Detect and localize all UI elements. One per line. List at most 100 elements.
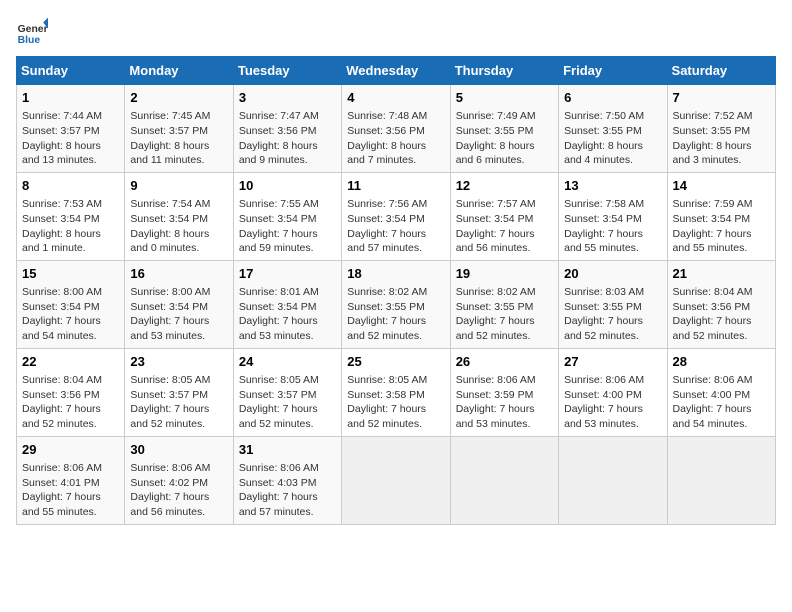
day-number: 1 xyxy=(22,89,119,107)
calendar-week-row: 15 Sunrise: 8:00 AM Sunset: 3:54 PM Dayli… xyxy=(17,260,776,348)
day-info: Sunrise: 8:06 AM Sunset: 4:00 PM Dayligh… xyxy=(564,373,661,432)
day-info: Sunrise: 8:04 AM Sunset: 3:56 PM Dayligh… xyxy=(22,373,119,432)
calendar-header-row: SundayMondayTuesdayWednesdayThursdayFrid… xyxy=(17,57,776,85)
day-number: 26 xyxy=(456,353,553,371)
day-number: 16 xyxy=(130,265,227,283)
day-number: 2 xyxy=(130,89,227,107)
calendar-cell: 23 Sunrise: 8:05 AM Sunset: 3:57 PM Dayli… xyxy=(125,348,233,436)
day-info: Sunrise: 8:02 AM Sunset: 3:55 PM Dayligh… xyxy=(347,285,444,344)
day-number: 6 xyxy=(564,89,661,107)
day-info: Sunrise: 8:03 AM Sunset: 3:55 PM Dayligh… xyxy=(564,285,661,344)
day-number: 7 xyxy=(673,89,770,107)
calendar-cell: 3Sunrise: 7:47 AM Sunset: 3:56 PM Daylig… xyxy=(233,85,341,173)
day-number: 12 xyxy=(456,177,553,195)
day-info: Sunrise: 7:58 AM Sunset: 3:54 PM Dayligh… xyxy=(564,197,661,256)
day-info: Sunrise: 7:52 AM Sunset: 3:55 PM Dayligh… xyxy=(673,109,770,168)
calendar-cell: 28 Sunrise: 8:06 AM Sunset: 4:00 PM Dayli… xyxy=(667,348,775,436)
calendar-cell: 4 Sunrise: 7:48 AM Sunset: 3:56 PM Daylig… xyxy=(342,85,450,173)
calendar-week-row: 8 Sunrise: 7:53 AM Sunset: 3:54 PM Daylig… xyxy=(17,172,776,260)
day-info: Sunrise: 7:48 AM Sunset: 3:56 PM Dayligh… xyxy=(347,109,444,168)
logo: General Blue xyxy=(16,16,48,48)
calendar-cell: 27 Sunrise: 8:06 AM Sunset: 4:00 PM Dayli… xyxy=(559,348,667,436)
day-number: 17 xyxy=(239,265,336,283)
day-info: Sunrise: 8:06 AM Sunset: 4:00 PM Dayligh… xyxy=(673,373,770,432)
calendar-cell xyxy=(450,436,558,524)
day-info: Sunrise: 7:57 AM Sunset: 3:54 PM Dayligh… xyxy=(456,197,553,256)
day-number: 5 xyxy=(456,89,553,107)
calendar-cell: 26 Sunrise: 8:06 AM Sunset: 3:59 PM Dayli… xyxy=(450,348,558,436)
column-header-saturday: Saturday xyxy=(667,57,775,85)
calendar-cell: 8 Sunrise: 7:53 AM Sunset: 3:54 PM Daylig… xyxy=(17,172,125,260)
day-number: 4 xyxy=(347,89,444,107)
column-header-monday: Monday xyxy=(125,57,233,85)
day-info: Sunrise: 7:53 AM Sunset: 3:54 PM Dayligh… xyxy=(22,197,119,256)
day-number: 14 xyxy=(673,177,770,195)
calendar-cell: 30 Sunrise: 8:06 AM Sunset: 4:02 PM Dayli… xyxy=(125,436,233,524)
calendar-week-row: 29 Sunrise: 8:06 AM Sunset: 4:01 PM Dayli… xyxy=(17,436,776,524)
calendar-cell: 21Sunrise: 8:04 AM Sunset: 3:56 PM Dayli… xyxy=(667,260,775,348)
day-number: 23 xyxy=(130,353,227,371)
day-info: Sunrise: 8:00 AM Sunset: 3:54 PM Dayligh… xyxy=(130,285,227,344)
day-info: Sunrise: 8:06 AM Sunset: 4:03 PM Dayligh… xyxy=(239,461,336,520)
column-header-thursday: Thursday xyxy=(450,57,558,85)
day-number: 9 xyxy=(130,177,227,195)
calendar-week-row: 1 Sunrise: 7:44 AM Sunset: 3:57 PM Daylig… xyxy=(17,85,776,173)
day-number: 20 xyxy=(564,265,661,283)
calendar-cell: 19Sunrise: 8:02 AM Sunset: 3:55 PM Dayli… xyxy=(450,260,558,348)
day-info: Sunrise: 7:56 AM Sunset: 3:54 PM Dayligh… xyxy=(347,197,444,256)
day-info: Sunrise: 8:06 AM Sunset: 4:02 PM Dayligh… xyxy=(130,461,227,520)
day-number: 18 xyxy=(347,265,444,283)
calendar-cell: 24 Sunrise: 8:05 AM Sunset: 3:57 PM Dayli… xyxy=(233,348,341,436)
calendar-cell: 1 Sunrise: 7:44 AM Sunset: 3:57 PM Daylig… xyxy=(17,85,125,173)
day-info: Sunrise: 8:00 AM Sunset: 3:54 PM Dayligh… xyxy=(22,285,119,344)
day-number: 8 xyxy=(22,177,119,195)
calendar-cell xyxy=(559,436,667,524)
day-number: 3 xyxy=(239,89,336,107)
day-number: 30 xyxy=(130,441,227,459)
calendar-cell: 18 Sunrise: 8:02 AM Sunset: 3:55 PM Dayli… xyxy=(342,260,450,348)
day-number: 22 xyxy=(22,353,119,371)
day-info: Sunrise: 7:44 AM Sunset: 3:57 PM Dayligh… xyxy=(22,109,119,168)
day-info: Sunrise: 8:04 AM Sunset: 3:56 PM Dayligh… xyxy=(673,285,770,344)
calendar-cell: 15 Sunrise: 8:00 AM Sunset: 3:54 PM Dayli… xyxy=(17,260,125,348)
calendar-cell: 14Sunrise: 7:59 AM Sunset: 3:54 PM Dayli… xyxy=(667,172,775,260)
day-number: 28 xyxy=(673,353,770,371)
calendar-cell: 29 Sunrise: 8:06 AM Sunset: 4:01 PM Dayli… xyxy=(17,436,125,524)
calendar-week-row: 22 Sunrise: 8:04 AM Sunset: 3:56 PM Dayli… xyxy=(17,348,776,436)
calendar-cell: 17Sunrise: 8:01 AM Sunset: 3:54 PM Dayli… xyxy=(233,260,341,348)
column-header-tuesday: Tuesday xyxy=(233,57,341,85)
calendar-cell: 9Sunrise: 7:54 AM Sunset: 3:54 PM Daylig… xyxy=(125,172,233,260)
calendar-body: 1 Sunrise: 7:44 AM Sunset: 3:57 PM Daylig… xyxy=(17,85,776,525)
day-number: 15 xyxy=(22,265,119,283)
day-info: Sunrise: 7:50 AM Sunset: 3:55 PM Dayligh… xyxy=(564,109,661,168)
day-number: 19 xyxy=(456,265,553,283)
day-info: Sunrise: 7:45 AM Sunset: 3:57 PM Dayligh… xyxy=(130,109,227,168)
calendar-cell: 22 Sunrise: 8:04 AM Sunset: 3:56 PM Dayli… xyxy=(17,348,125,436)
day-info: Sunrise: 8:06 AM Sunset: 3:59 PM Dayligh… xyxy=(456,373,553,432)
calendar-cell: 5 Sunrise: 7:49 AM Sunset: 3:55 PM Daylig… xyxy=(450,85,558,173)
svg-text:Blue: Blue xyxy=(18,35,41,46)
day-info: Sunrise: 8:05 AM Sunset: 3:57 PM Dayligh… xyxy=(130,373,227,432)
calendar-cell: 7 Sunrise: 7:52 AM Sunset: 3:55 PM Daylig… xyxy=(667,85,775,173)
calendar-cell: 10Sunrise: 7:55 AM Sunset: 3:54 PM Dayli… xyxy=(233,172,341,260)
calendar-cell: 25Sunrise: 8:05 AM Sunset: 3:58 PM Dayli… xyxy=(342,348,450,436)
calendar-cell xyxy=(667,436,775,524)
day-number: 13 xyxy=(564,177,661,195)
calendar-cell: 13 Sunrise: 7:58 AM Sunset: 3:54 PM Dayli… xyxy=(559,172,667,260)
calendar-cell xyxy=(342,436,450,524)
column-header-friday: Friday xyxy=(559,57,667,85)
day-number: 27 xyxy=(564,353,661,371)
day-number: 29 xyxy=(22,441,119,459)
header: General Blue xyxy=(16,16,776,48)
day-info: Sunrise: 8:05 AM Sunset: 3:57 PM Dayligh… xyxy=(239,373,336,432)
day-number: 24 xyxy=(239,353,336,371)
day-info: Sunrise: 8:06 AM Sunset: 4:01 PM Dayligh… xyxy=(22,461,119,520)
column-header-sunday: Sunday xyxy=(17,57,125,85)
day-info: Sunrise: 7:55 AM Sunset: 3:54 PM Dayligh… xyxy=(239,197,336,256)
day-info: Sunrise: 7:49 AM Sunset: 3:55 PM Dayligh… xyxy=(456,109,553,168)
calendar-cell: 16 Sunrise: 8:00 AM Sunset: 3:54 PM Dayli… xyxy=(125,260,233,348)
day-number: 25 xyxy=(347,353,444,371)
svg-text:General: General xyxy=(18,24,48,35)
calendar-cell: 12 Sunrise: 7:57 AM Sunset: 3:54 PM Dayli… xyxy=(450,172,558,260)
calendar-cell: 2 Sunrise: 7:45 AM Sunset: 3:57 PM Daylig… xyxy=(125,85,233,173)
